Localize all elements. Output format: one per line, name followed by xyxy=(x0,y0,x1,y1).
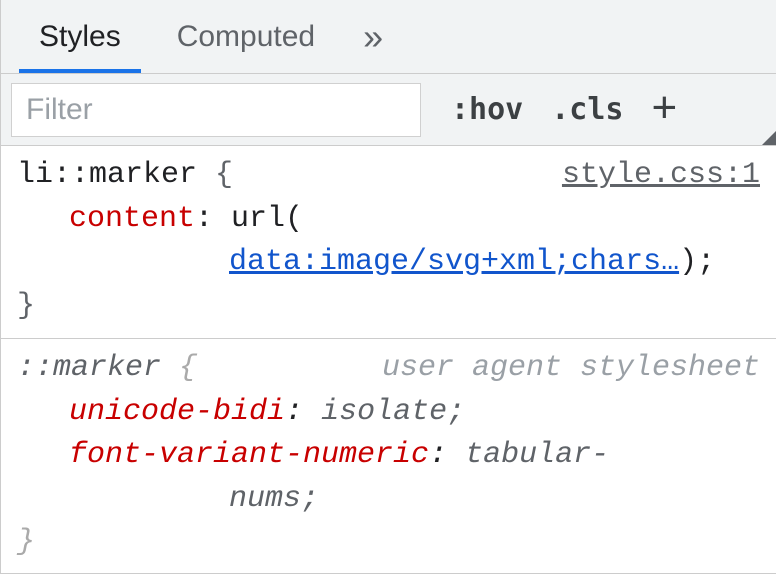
style-rule: li::marker { style.css:1 content: url( d… xyxy=(1,146,776,339)
filter-bar: :hov .cls + xyxy=(1,74,776,146)
rule-selector-line[interactable]: li::marker { xyxy=(17,154,233,198)
declaration[interactable]: content: url( data:image/svg+xml;chars…)… xyxy=(17,198,760,285)
value-line1: tabular- xyxy=(465,438,609,472)
rule-header: ::marker { user agent stylesheet xyxy=(17,347,760,391)
property: content xyxy=(69,202,195,236)
tab-computed[interactable]: Computed xyxy=(149,0,343,73)
declaration: font-variant-numeric: tabular- nums; xyxy=(17,434,760,521)
tab-label: Styles xyxy=(39,20,121,54)
brace-open: { xyxy=(215,158,233,192)
selector: li::marker xyxy=(17,158,197,192)
tab-styles[interactable]: Styles xyxy=(11,0,149,73)
overflow-icon: » xyxy=(363,16,383,57)
selector: ::marker xyxy=(17,351,161,385)
filter-input[interactable] xyxy=(11,83,421,137)
value-suffix: ); xyxy=(679,245,715,279)
tab-bar: Styles Computed » xyxy=(1,0,776,74)
brace-close: } xyxy=(17,521,760,565)
brace-close: } xyxy=(17,285,760,329)
styles-panel: Styles Computed » :hov .cls + xyxy=(0,0,776,574)
rule-header: li::marker { style.css:1 xyxy=(17,154,760,198)
style-rule-user-agent: ::marker { user agent stylesheet unicode… xyxy=(1,339,776,573)
url-link[interactable]: data:image/svg+xml;chars… xyxy=(229,245,679,279)
value-wrapped: data:image/svg+xml;chars…); xyxy=(69,241,760,285)
colon: : xyxy=(195,202,231,236)
property: unicode-bidi xyxy=(69,395,285,429)
colon: : xyxy=(429,438,465,472)
cls-label: .cls xyxy=(551,92,623,127)
filter-buttons: :hov .cls + xyxy=(451,86,677,134)
tab-label: Computed xyxy=(177,20,315,54)
hov-toggle[interactable]: :hov xyxy=(451,92,523,127)
rule-selector-line: ::marker { xyxy=(17,347,197,391)
tab-overflow-button[interactable]: » xyxy=(343,19,403,55)
new-style-rule-button[interactable]: + xyxy=(652,86,678,134)
source-link[interactable]: style.css:1 xyxy=(562,154,760,198)
cls-toggle[interactable]: .cls xyxy=(551,92,623,127)
colon: : xyxy=(285,395,321,429)
user-agent-label: user agent stylesheet xyxy=(382,347,760,391)
brace-open: { xyxy=(179,351,197,385)
plus-icon: + xyxy=(652,83,678,132)
value: isolate; xyxy=(321,395,465,429)
value-prefix: url( xyxy=(231,202,303,236)
value-line2: nums; xyxy=(69,478,760,522)
property: font-variant-numeric xyxy=(69,438,429,472)
styles-body: li::marker { style.css:1 content: url( d… xyxy=(1,146,776,573)
hov-label: :hov xyxy=(451,92,523,127)
resize-corner-icon[interactable] xyxy=(762,131,776,145)
declaration: unicode-bidi: isolate; xyxy=(17,391,760,435)
